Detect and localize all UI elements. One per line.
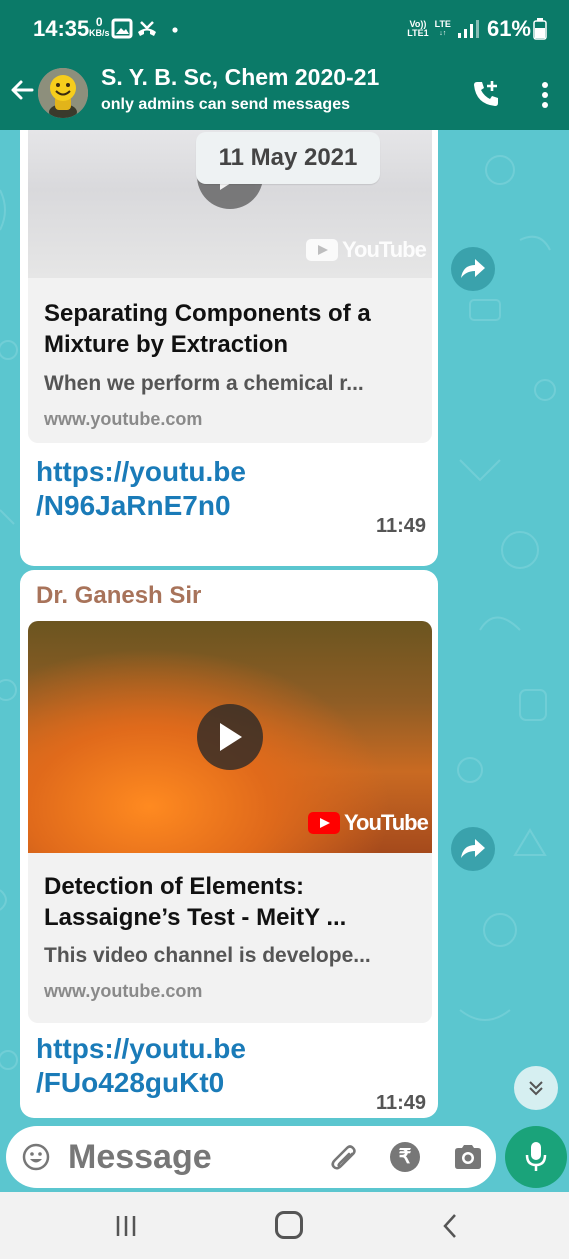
smiley-avatar-image (38, 68, 88, 118)
link-line-2[interactable]: /FUo428guKt0 (36, 1066, 246, 1100)
notification-icons (111, 18, 178, 39)
chat-subtitle[interactable]: only admins can send messages (101, 96, 350, 114)
network-speed-value: 0 (95, 15, 103, 29)
chat-header: S. Y. B. Sc, Chem 2020-21 only admins ca… (0, 60, 569, 130)
preview-domain: www.youtube.com (44, 981, 203, 1001)
preview-description: When we perform a chemical r... (44, 372, 364, 395)
volte-bottom: LTE1 (407, 28, 429, 38)
network-speed-unit: KB/s (89, 28, 110, 38)
status-dot (172, 27, 178, 33)
double-chevron-down-icon (529, 1081, 543, 1096)
chat-messages[interactable]: YouTube Separating Components of a Mixtu… (0, 130, 569, 1192)
microphone-icon (525, 1142, 547, 1171)
forward-button[interactable] (451, 247, 495, 291)
lte-label: LTE (434, 19, 451, 29)
link-preview-card[interactable]: YouTube Detection of Elements: Lassaigne… (28, 621, 432, 1023)
status-time: 14:35 (33, 16, 90, 41)
missed-call-icon (138, 21, 156, 36)
sender-name[interactable]: Dr. Ganesh Sir (36, 582, 201, 610)
system-nav-bar (0, 1192, 569, 1259)
forward-icon (461, 259, 485, 278)
preview-title: Detection of Elements: Lassaigne’s Test … (44, 873, 347, 931)
recent-apps-icon[interactable] (113, 1214, 139, 1238)
voice-message-button[interactable] (505, 1126, 567, 1188)
payment-rupee-icon[interactable]: ₹ (390, 1142, 420, 1172)
lte-indicator: LTE ↓↑ (434, 19, 451, 38)
attach-icon[interactable] (328, 1140, 360, 1174)
status-right: Vo)) LTE1 LTE ↓↑ 61% (407, 16, 547, 42)
more-options-icon[interactable] (538, 78, 552, 112)
youtube-label: YouTube (342, 237, 427, 262)
status-bar: 14:35 0 KB/s Vo)) LTE1 LTE ↓↑ 61% (0, 0, 569, 60)
message-link[interactable]: https://youtu.be /N96JaRnE7n0 (36, 455, 246, 523)
message-bubble[interactable]: Dr. Ganesh Sir YouTube Detection of Elem… (20, 570, 438, 1118)
youtube-badge: YouTube (308, 810, 429, 836)
group-avatar[interactable] (38, 68, 88, 118)
scroll-to-bottom-button[interactable] (514, 1066, 558, 1110)
chat-title[interactable]: S. Y. B. Sc, Chem 2020-21 (101, 64, 379, 91)
home-button[interactable] (275, 1211, 303, 1239)
add-call-icon[interactable] (470, 78, 502, 110)
battery-level: 61% (486, 16, 531, 41)
preview-description: This video channel is develope... (44, 944, 371, 967)
network-speed: 0 KB/s (89, 16, 110, 38)
message-composer: ₹ (6, 1126, 496, 1188)
battery-icon (533, 18, 547, 40)
youtube-logo-icon (308, 812, 340, 834)
message-link[interactable]: https://youtu.be /FUo428guKt0 (36, 1032, 246, 1100)
message-bubble[interactable]: YouTube Separating Components of a Mixtu… (20, 130, 438, 566)
message-input[interactable] (68, 1134, 308, 1180)
back-nav-icon[interactable] (438, 1212, 464, 1240)
link-line-1[interactable]: https://youtu.be (36, 455, 246, 489)
date-chip: 11 May 2021 (196, 132, 380, 184)
message-time: 11:49 (375, 1092, 426, 1114)
gallery-notification-icon (111, 18, 133, 39)
play-button[interactable] (197, 704, 263, 770)
youtube-label: YouTube (344, 810, 429, 835)
camera-icon[interactable] (452, 1142, 484, 1172)
forward-icon (461, 839, 485, 858)
play-icon (220, 723, 242, 751)
link-line-2[interactable]: /N96JaRnE7n0 (36, 489, 246, 523)
emoji-icon[interactable] (22, 1143, 50, 1171)
signal-icon (457, 20, 479, 38)
message-time: 11:49 (375, 515, 426, 537)
volte-indicator: Vo)) LTE1 (407, 20, 428, 38)
preview-domain: www.youtube.com (44, 409, 203, 429)
forward-button[interactable] (451, 827, 495, 871)
youtube-logo-icon (306, 239, 338, 261)
back-arrow-icon[interactable] (8, 76, 36, 104)
youtube-badge: YouTube (306, 237, 427, 263)
preview-title: Separating Components of a Mixture by Ex… (44, 300, 371, 358)
link-line-1[interactable]: https://youtu.be (36, 1032, 246, 1066)
